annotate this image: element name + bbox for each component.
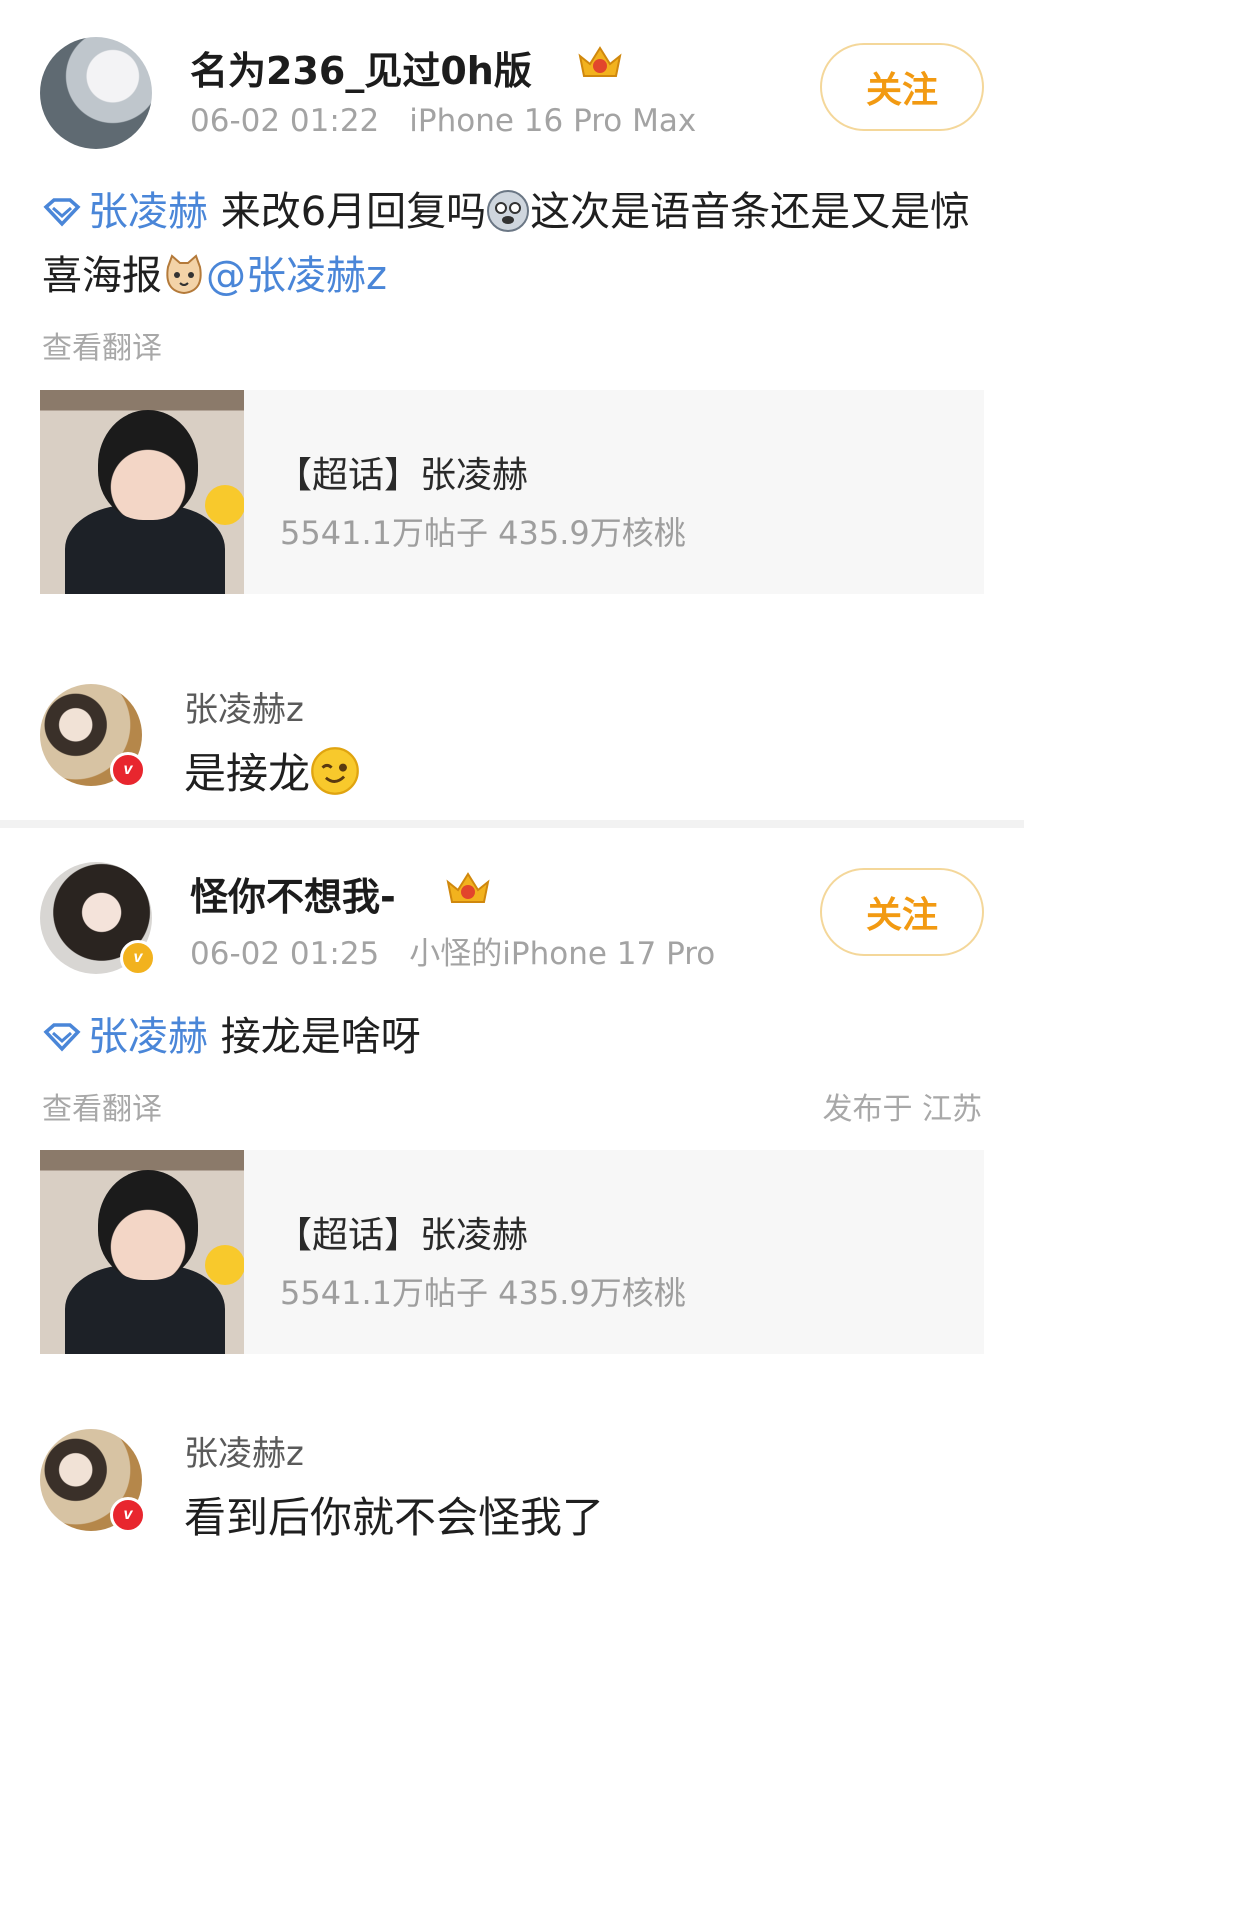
post-device: 小怪的iPhone 17 Pro: [409, 936, 716, 972]
super-topic-thumbnail: [40, 390, 244, 594]
super-topic-card[interactable]: 【超话】张凌赫 5541.1万帖子 435.9万核桃: [40, 1150, 984, 1354]
follow-button[interactable]: 关注: [820, 43, 984, 131]
post-card: 名为236_见过0h版 06-02 01:22 iPhone 16 Pro Max…: [0, 0, 1024, 820]
super-topic-title: 【超话】张凌赫: [276, 455, 529, 496]
post-username[interactable]: 名为236_见过0h版: [190, 40, 532, 95]
user-avatar[interactable]: v: [40, 862, 156, 976]
post-text: 接龙是啥呀: [220, 1014, 421, 1060]
post-content: 张凌赫 来改6月回复吗 这次是语音条还是又是惊喜海报 @张凌赫z: [42, 180, 972, 308]
reply-avatar[interactable]: v: [40, 684, 146, 788]
reply-text: 看到后你就不会怪我了: [184, 1493, 605, 1542]
avatar-image: [40, 37, 152, 149]
diamond-topic-icon: [43, 198, 81, 227]
reply-text-content: 是接龙: [184, 749, 311, 798]
husky-emoji-icon: [487, 190, 530, 232]
post-username[interactable]: 怪你不想我-: [190, 866, 396, 921]
verified-badge-icon: v: [120, 940, 156, 976]
view-translation-link[interactable]: 查看翻译: [42, 1084, 162, 1128]
topic-label: 张凌赫: [88, 1014, 208, 1060]
view-translation-link[interactable]: 查看翻译: [42, 323, 162, 367]
reply-username[interactable]: 张凌赫z: [184, 682, 304, 731]
mention-link[interactable]: @张凌赫z: [206, 253, 387, 299]
post-content: 张凌赫 接龙是啥呀: [42, 1005, 972, 1069]
verified-badge-icon: v: [110, 752, 146, 788]
super-topic-stats: 5541.1万帖子 435.9万核桃: [280, 1274, 686, 1312]
cat-emoji-icon: [166, 254, 202, 295]
crown-level-icon: [578, 46, 622, 77]
post-device: iPhone 16 Pro Max: [409, 103, 697, 139]
crown-level-icon: [446, 872, 490, 903]
follow-button[interactable]: 关注: [820, 868, 984, 956]
post-time: 06-02 01:22: [190, 103, 380, 139]
post-time: 06-02 01:25: [190, 936, 380, 972]
post-card: v 怪你不想我- 06-02 01:25 小怪的iPhone 17 Pro 关注 …: [0, 828, 1024, 1568]
topic-link[interactable]: 张凌赫: [42, 1014, 208, 1060]
verified-badge-icon: v: [110, 1497, 146, 1533]
wink-emoji-icon: [311, 747, 359, 795]
post-meta: 06-02 01:22 iPhone 16 Pro Max: [190, 103, 696, 139]
post-meta: 06-02 01:25 小怪的iPhone 17 Pro: [190, 928, 715, 973]
user-avatar[interactable]: [40, 37, 152, 149]
super-topic-thumbnail: [40, 1150, 244, 1354]
reply-avatar[interactable]: v: [40, 1429, 146, 1533]
post-text-a: 来改6月回复吗: [220, 189, 487, 235]
post-divider: [0, 820, 1024, 828]
super-topic-stats: 5541.1万帖子 435.9万核桃: [280, 514, 686, 552]
super-topic-card[interactable]: 【超话】张凌赫 5541.1万帖子 435.9万核桃: [40, 390, 984, 594]
topic-label: 张凌赫: [88, 189, 208, 235]
topic-link[interactable]: 张凌赫: [42, 189, 208, 235]
super-topic-title: 【超话】张凌赫: [276, 1215, 529, 1256]
reply-text: 是接龙: [184, 740, 360, 801]
reply-username[interactable]: 张凌赫z: [184, 1426, 304, 1475]
post-location: 发布于 江苏: [822, 1092, 982, 1127]
diamond-topic-icon: [43, 1023, 81, 1052]
